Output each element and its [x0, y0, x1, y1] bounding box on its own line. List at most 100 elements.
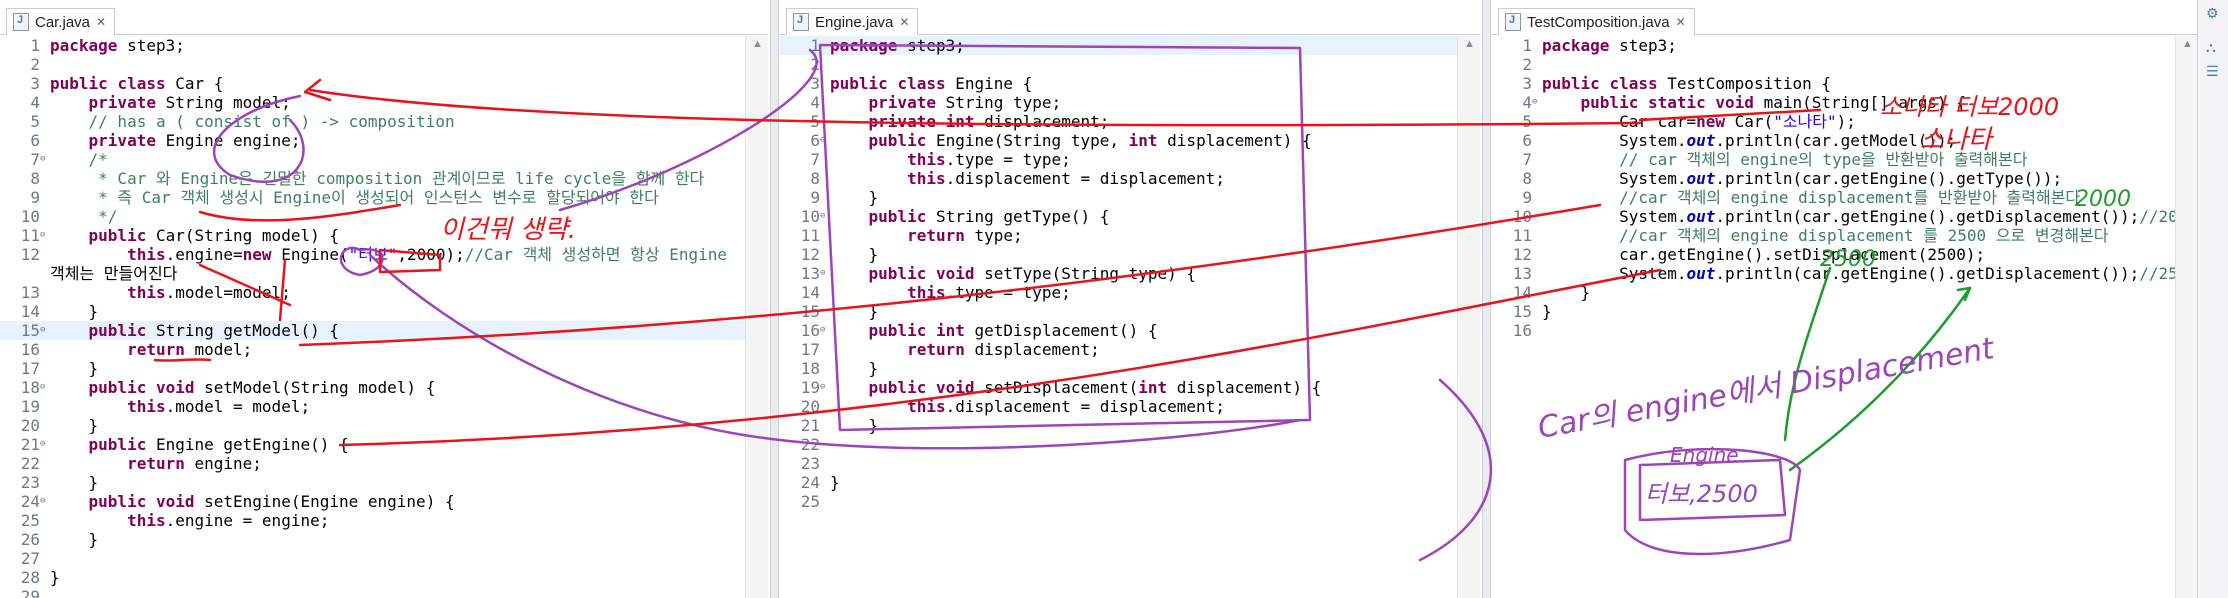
code-line[interactable]: 13 ⊖ public void setType(String type) { — [780, 264, 1458, 283]
code-text[interactable]: System.out.println(car.getEngine().getTy… — [1542, 169, 2062, 188]
code-line[interactable]: 6 ⊖ public Engine(String type, int displa… — [780, 131, 1458, 150]
code-text[interactable]: this.displacement = displacement; — [830, 397, 1225, 416]
code-line[interactable]: 3 public class TestComposition { — [1492, 74, 2176, 93]
code-editor[interactable]: 1 package step3; 2 3 public class Car {4 pri… — [0, 36, 746, 598]
code-text[interactable]: this.model = model; — [50, 397, 310, 416]
code-text[interactable]: } — [830, 416, 879, 435]
code-text[interactable]: package step3; — [50, 36, 185, 55]
code-line[interactable]: 객체는 만들어진다 — [0, 264, 746, 283]
code-line[interactable]: 17 return displacement; — [780, 340, 1458, 359]
code-line[interactable]: 5 private int displacement; — [780, 112, 1458, 131]
code-text[interactable]: } — [50, 473, 99, 492]
code-line[interactable]: 11 return type; — [780, 226, 1458, 245]
vertical-scrollbar[interactable]: ▲ — [2175, 36, 2198, 598]
code-line[interactable]: 6 System.out.println(car.getModel()); — [1492, 131, 2176, 150]
code-text[interactable]: } — [830, 245, 879, 264]
code-line[interactable]: 4 ⊖ public static void main(String[] args… — [1492, 93, 2176, 112]
code-text[interactable]: public class Engine { — [830, 74, 1032, 93]
code-text[interactable]: } — [50, 568, 60, 587]
code-text[interactable]: } — [830, 302, 879, 321]
code-line[interactable]: 16 ⊖ public int getDisplacement() { — [780, 321, 1458, 340]
fold-toggle-icon[interactable]: ⊖ — [40, 150, 50, 169]
pane-divider[interactable] — [1482, 0, 1491, 598]
code-text[interactable]: public Engine(String type, int displacem… — [830, 131, 1312, 150]
code-line[interactable]: 6 private Engine engine; — [0, 131, 746, 150]
code-text[interactable]: } — [830, 359, 879, 378]
code-text[interactable]: public void setModel(String model) { — [50, 378, 436, 397]
code-text[interactable]: public void setDisplacement(int displace… — [830, 378, 1322, 397]
code-line[interactable]: 8 * Car 와 Engine은 긴밀한 composition 관계이므로 … — [0, 169, 746, 188]
close-icon[interactable]: ✕ — [899, 15, 909, 29]
hierarchy-icon[interactable]: ⛬ — [2206, 40, 2216, 56]
code-line[interactable]: 24} — [780, 473, 1458, 492]
fold-toggle-icon[interactable]: ⊖ — [820, 378, 830, 397]
code-editor[interactable]: 1 package step3; 2 3 public class Engine {4 … — [780, 36, 1458, 598]
code-text[interactable]: System.out.println(car.getEngine().getDi… — [1542, 264, 2197, 283]
code-text[interactable]: return displacement; — [830, 340, 1100, 359]
task-icon[interactable]: ☰ — [2206, 64, 2219, 80]
code-text[interactable]: } — [50, 359, 99, 378]
code-line[interactable]: 8 this.displacement = displacement; — [780, 169, 1458, 188]
code-line[interactable]: 20 this.displacement = displacement; — [780, 397, 1458, 416]
code-text[interactable]: this.engine=new Engine("터보",2000);//Car … — [50, 245, 727, 264]
code-line[interactable]: 28} — [0, 568, 746, 587]
fold-toggle-icon[interactable]: ⊖ — [40, 492, 50, 511]
code-text[interactable]: } — [50, 416, 99, 435]
code-line[interactable]: 14 } — [0, 302, 746, 321]
code-text[interactable]: Car car=new Car("소나타"); — [1542, 112, 1856, 131]
code-line[interactable]: 24 ⊖ public void setEngine(Engine engine)… — [0, 492, 746, 511]
code-text[interactable]: package step3; — [830, 36, 965, 55]
code-line[interactable]: 11 //car 객체의 engine displacement 를 2500 … — [1492, 226, 2176, 245]
code-line[interactable]: 19 ⊖ public void setDisplacement(int disp… — [780, 378, 1458, 397]
code-text[interactable]: public String getType() { — [830, 207, 1110, 226]
code-line[interactable]: 15 ⊖ public String getModel() { — [0, 321, 746, 340]
code-line[interactable]: 4 private String type; — [780, 93, 1458, 112]
tab-car-java[interactable]: Car.java ✕ — [6, 8, 116, 36]
code-text[interactable]: * 즉 Car 객체 생성시 Engine이 생성되어 인스턴스 변수로 할당되… — [50, 188, 659, 207]
code-line[interactable]: 13 System.out.println(car.getEngine().ge… — [1492, 264, 2197, 283]
code-line[interactable]: 10 */ — [0, 207, 746, 226]
fold-toggle-icon[interactable]: ⊖ — [820, 321, 830, 340]
code-text[interactable]: // has a ( consist of ) -> composition — [50, 112, 455, 131]
code-text[interactable]: this.type = type; — [830, 150, 1071, 169]
code-text[interactable]: public Car(String model) { — [50, 226, 339, 245]
code-text[interactable]: } — [1542, 302, 1552, 321]
code-line[interactable]: 7 // car 객체의 engine의 type을 반환받아 출력해본다 — [1492, 150, 2176, 169]
code-text[interactable]: */ — [50, 207, 117, 226]
code-text[interactable]: return model; — [50, 340, 252, 359]
code-text[interactable]: public int getDisplacement() { — [830, 321, 1158, 340]
code-text[interactable]: car.getEngine().setDisplacement(2500); — [1542, 245, 1985, 264]
code-line[interactable]: 12 } — [780, 245, 1458, 264]
code-text[interactable]: } — [50, 530, 99, 549]
code-text[interactable]: System.out.println(car.getModel()); — [1542, 131, 1956, 150]
code-text[interactable]: } — [1542, 283, 1591, 302]
fold-toggle-icon[interactable]: ⊖ — [1532, 93, 1542, 112]
code-text[interactable]: } — [830, 473, 840, 492]
code-line[interactable]: 27 — [0, 549, 746, 568]
code-text[interactable]: public Engine getEngine() { — [50, 435, 349, 454]
code-text[interactable]: private String model; — [50, 93, 291, 112]
code-text[interactable]: // car 객체의 engine의 type을 반환받아 출력해본다 — [1542, 150, 2027, 169]
code-line[interactable]: 4 private String model; — [0, 93, 746, 112]
code-line[interactable]: 8 System.out.println(car.getEngine().get… — [1492, 169, 2176, 188]
code-text[interactable]: //car 객체의 engine displacement 를 2500 으로 … — [1542, 226, 2108, 245]
vertical-scrollbar[interactable]: ▲ — [745, 36, 768, 598]
scroll-up-icon[interactable]: ▲ — [1464, 38, 1475, 50]
code-line[interactable]: 17 } — [0, 359, 746, 378]
tab-engine-java[interactable]: Engine.java ✕ — [786, 8, 919, 36]
code-line[interactable]: 14 this.type = type; — [780, 283, 1458, 302]
close-icon[interactable]: ✕ — [96, 15, 106, 29]
code-text[interactable]: private int displacement; — [830, 112, 1110, 131]
code-line[interactable]: 26 } — [0, 530, 746, 549]
scroll-up-icon[interactable]: ▲ — [752, 38, 763, 50]
code-text[interactable]: } — [50, 302, 99, 321]
code-line[interactable]: 7 ⊖ /* — [0, 150, 746, 169]
code-editor[interactable]: 1 package step3; 2 3 public class TestCompos… — [1492, 36, 2197, 598]
code-line[interactable]: 21 ⊖ public Engine getEngine() { — [0, 435, 746, 454]
code-line[interactable]: 19 this.model = model; — [0, 397, 746, 416]
code-line[interactable]: 7 this.type = type; — [780, 150, 1458, 169]
outline-icon[interactable]: ⚙ — [2206, 6, 2219, 22]
code-text[interactable]: this.displacement = displacement; — [830, 169, 1225, 188]
code-text[interactable]: 객체는 만들어진다 — [50, 264, 177, 283]
code-line[interactable]: 1 package step3; — [0, 36, 746, 55]
